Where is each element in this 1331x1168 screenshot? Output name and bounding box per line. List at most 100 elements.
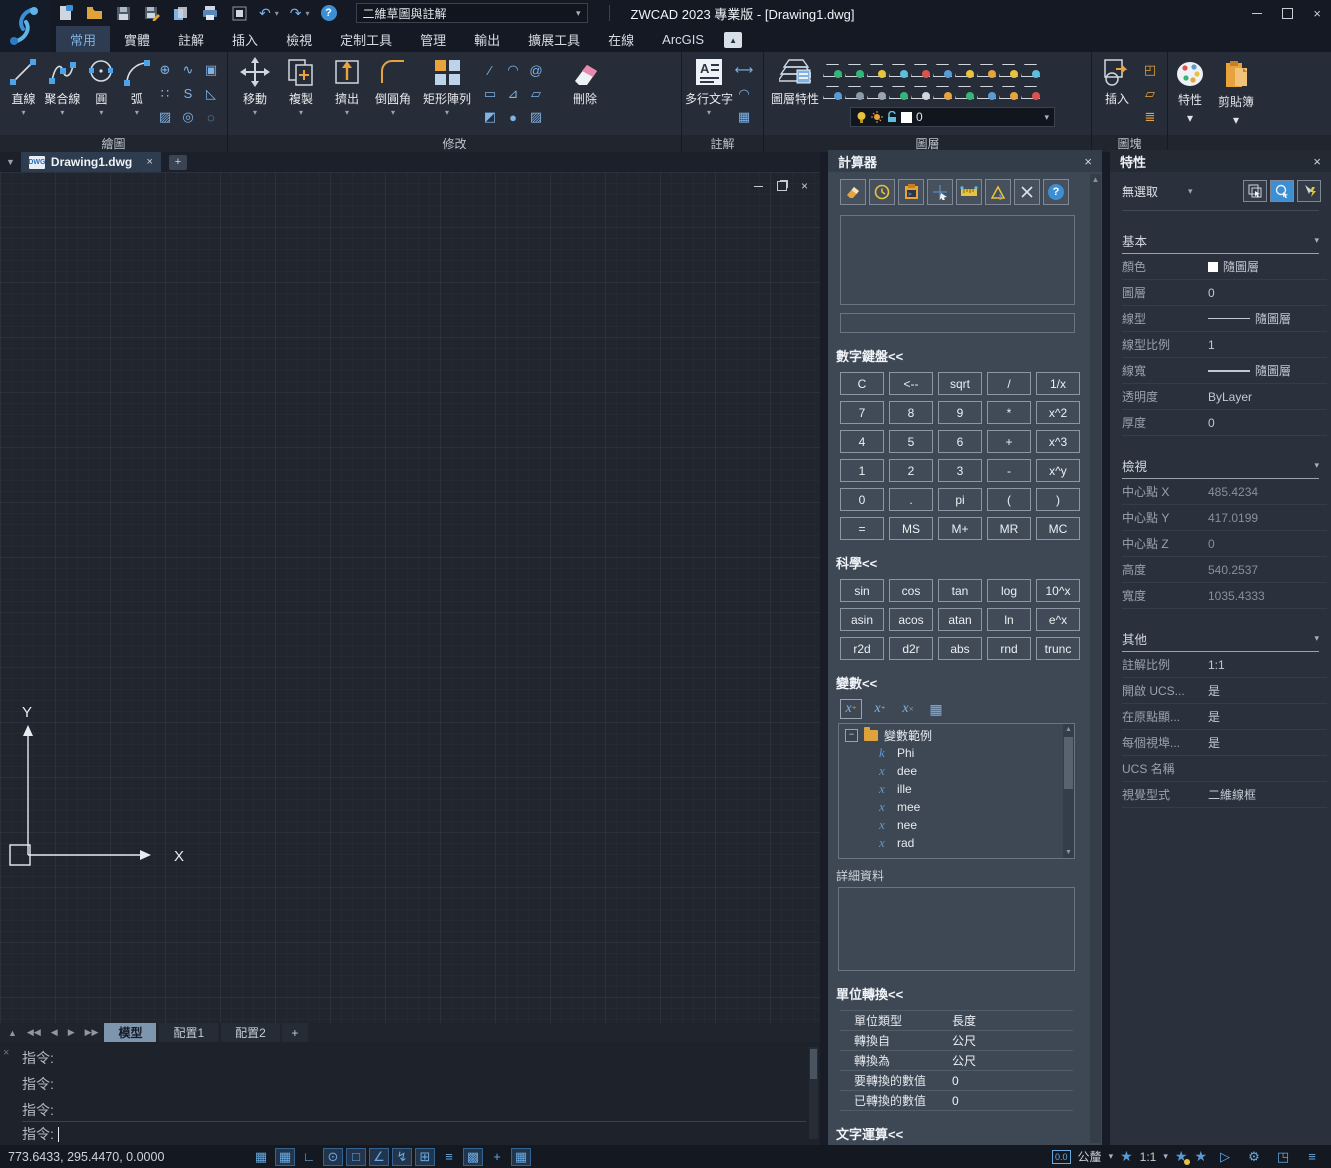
draw-small-tool-icon[interactable]: ▣ xyxy=(201,60,221,80)
annotation-scale-value[interactable]: 1:1 xyxy=(1140,1150,1157,1164)
variables-root-node[interactable]: − 變數範例 xyxy=(839,726,1074,744)
calc-sci-key[interactable]: log xyxy=(987,579,1031,602)
layer-state-icon[interactable] xyxy=(910,61,930,79)
calculator-scrollbar[interactable]: ▲ xyxy=(1090,174,1101,1143)
save-as-icon[interactable] xyxy=(143,4,161,22)
ribbon-tab[interactable]: 檢視 xyxy=(272,26,326,52)
layer-state-icon[interactable] xyxy=(1020,61,1040,79)
ribbon-tab[interactable]: 管理 xyxy=(406,26,460,52)
redo-icon[interactable]: ↷ xyxy=(290,6,302,20)
settings-gear-icon[interactable]: ⚙ xyxy=(1243,1148,1265,1166)
section-other[interactable]: 其他 ▾ xyxy=(1122,629,1319,652)
layer-state-icon[interactable] xyxy=(866,83,886,101)
array-dropdown-icon[interactable]: ▾ xyxy=(445,109,449,117)
move-tool[interactable]: 移動 ▾ xyxy=(232,56,278,132)
annotate-small-tool-icon[interactable]: ◠ xyxy=(734,84,754,104)
unit-dropdown-icon[interactable]: ▾ xyxy=(1109,1151,1114,1162)
prop-row-thickness[interactable]: 厚度 0 xyxy=(1122,410,1327,436)
status-toggle-icon[interactable]: ▦ xyxy=(275,1148,295,1166)
layer-state-icon[interactable] xyxy=(888,83,908,101)
ribbon-collapse-icon[interactable]: ▲ xyxy=(724,32,742,48)
layer-state-icon[interactable] xyxy=(976,83,996,101)
prop-row-linetype-scale[interactable]: 線型比例 1 xyxy=(1122,332,1327,358)
status-toggle-icon[interactable]: ▦ xyxy=(250,1148,272,1166)
ribbon-tab[interactable]: ArcGIS xyxy=(648,26,718,52)
new-variable-alt-icon[interactable]: x⁺ xyxy=(870,700,890,718)
modify-small-tool-icon[interactable]: ● xyxy=(503,107,523,127)
prop-row-view[interactable]: 中心點 Y 417.0199 xyxy=(1122,505,1327,531)
calc-key[interactable]: 1 xyxy=(840,459,884,482)
modify-small-tool-icon[interactable]: ▱ xyxy=(526,84,546,104)
calc-angle-icon[interactable] xyxy=(985,179,1011,205)
status-toggle-icon[interactable]: □ xyxy=(346,1148,366,1166)
layer-state-icon[interactable] xyxy=(1020,83,1040,101)
precision-icon[interactable]: 0.0 xyxy=(1052,1150,1071,1164)
command-close-icon[interactable]: × xyxy=(3,1047,9,1059)
calc-key[interactable]: x^y xyxy=(1036,459,1080,482)
collapse-node-icon[interactable]: − xyxy=(845,729,858,742)
prop-row-color[interactable]: 顏色 隨圖層 xyxy=(1122,254,1327,280)
numpad-section-header[interactable]: 數字鍵盤<< xyxy=(836,346,1089,365)
status-toggle-icon[interactable]: ▩ xyxy=(463,1148,483,1166)
calc-get-coordinates-icon[interactable] xyxy=(927,179,953,205)
selection-cycling-icon[interactable]: ▷ xyxy=(1214,1148,1236,1166)
doc-tab-close-icon[interactable]: × xyxy=(146,156,152,168)
layout-prev-icon[interactable]: ◀ xyxy=(47,1027,62,1038)
prop-row-other[interactable]: 開啟 UCS... 是 xyxy=(1122,678,1327,704)
quick-select-icon[interactable] xyxy=(1243,180,1267,202)
calc-key[interactable]: * xyxy=(987,401,1031,424)
unit-label[interactable]: 公釐 xyxy=(1078,1148,1102,1165)
draw-small-tool-icon[interactable]: ∿ xyxy=(178,60,198,80)
fillet-tool[interactable]: 倒圓角 ▾ xyxy=(370,56,416,132)
calc-key[interactable]: 1/x xyxy=(1036,372,1080,395)
prop-row-other[interactable]: UCS 名稱 xyxy=(1122,756,1327,782)
calc-sci-key[interactable]: asin xyxy=(840,608,884,631)
layer-state-icon[interactable] xyxy=(822,83,842,101)
annotation-scale-icon[interactable]: ★ xyxy=(1120,1148,1133,1165)
calc-key[interactable]: + xyxy=(987,430,1031,453)
layout-last-icon[interactable]: ▶▶ xyxy=(81,1027,103,1038)
unit-conversion-row[interactable]: 轉換自 公尺 xyxy=(840,1031,1073,1051)
calc-sci-key[interactable]: tan xyxy=(938,579,982,602)
details-box[interactable] xyxy=(838,887,1075,971)
delete-variable-icon[interactable]: x× xyxy=(898,700,918,718)
layout-collapse-icon[interactable]: ▲ xyxy=(4,1028,21,1038)
block-small-tool-icon[interactable]: ◰ xyxy=(1140,60,1160,80)
section-collapse-icon[interactable]: ▾ xyxy=(1314,633,1319,644)
insert-block-tool[interactable]: 插入 xyxy=(1096,56,1138,132)
prop-row-other[interactable]: 註解比例 1:1 xyxy=(1122,652,1327,678)
calc-sci-key[interactable]: ln xyxy=(987,608,1031,631)
layer-state-icon[interactable] xyxy=(976,61,996,79)
maximize-button[interactable] xyxy=(1282,8,1293,19)
doc-tab-overflow-icon[interactable]: ▼ xyxy=(6,157,15,167)
calc-sci-key[interactable]: d2r xyxy=(889,637,933,660)
status-toggle-icon[interactable]: ⊙ xyxy=(323,1148,343,1166)
modify-small-tool-icon[interactable]: ⊿ xyxy=(503,84,523,104)
command-history[interactable]: 指令:指令:指令: xyxy=(22,1045,806,1117)
calculator-header[interactable]: 計算器 × xyxy=(828,150,1102,172)
calc-key[interactable]: MR xyxy=(987,517,1031,540)
ribbon-tab[interactable]: 輸出 xyxy=(460,26,514,52)
layout-tab[interactable]: 配置2 xyxy=(221,1023,280,1042)
variables-tree[interactable]: − 變數範例 k Phi x dee x ille xyxy=(838,723,1075,859)
layout-tab[interactable]: 模型 xyxy=(104,1023,156,1042)
calc-sci-key[interactable]: rnd xyxy=(987,637,1031,660)
app-logo[interactable] xyxy=(0,0,50,52)
calc-paste-to-commandline-icon[interactable]: >_ xyxy=(898,179,924,205)
calc-key[interactable]: 8 xyxy=(889,401,933,424)
prop-row-linetype[interactable]: 線型 隨圖層 xyxy=(1122,306,1327,332)
arc-tool[interactable]: 弧 ▾ xyxy=(121,56,153,132)
layer-state-icon[interactable] xyxy=(844,61,864,79)
prop-row-view[interactable]: 高度 540.2537 xyxy=(1122,557,1327,583)
section-basic[interactable]: 基本 ▾ xyxy=(1122,231,1319,254)
status-toggle-icon[interactable]: ∟ xyxy=(298,1148,320,1166)
ribbon-tab[interactable]: 實體 xyxy=(110,26,164,52)
plot-preview-icon[interactable] xyxy=(230,4,248,22)
clipboard-palette-button[interactable]: 剪貼簿 ▾ xyxy=(1214,54,1258,150)
arc-dropdown-icon[interactable]: ▾ xyxy=(135,109,139,117)
modify-small-tool-icon[interactable]: ◠ xyxy=(503,60,523,80)
calc-key[interactable]: ( xyxy=(987,488,1031,511)
variable-item[interactable]: x dee xyxy=(839,762,1074,780)
command-input[interactable]: 指令: xyxy=(22,1121,806,1146)
prop-row-transparency[interactable]: 透明度 ByLayer xyxy=(1122,384,1327,410)
